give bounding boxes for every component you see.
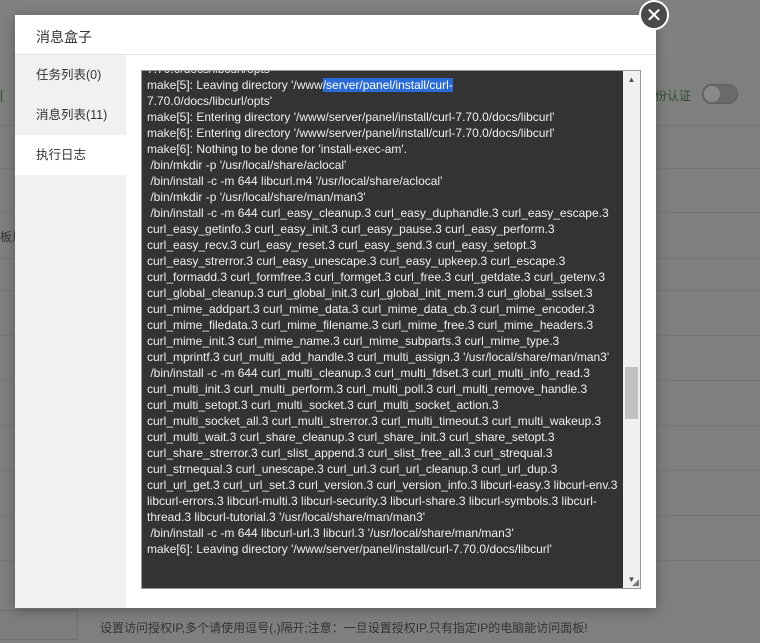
background-auth-toggle[interactable]	[702, 84, 738, 104]
modal-title: 消息盒子	[36, 29, 92, 45]
log-textarea[interactable]: 7.70.0/docs/libcurl/opts make[5]: Leavin…	[141, 70, 641, 589]
background-ip-input[interactable]	[0, 610, 78, 640]
log-text-before: 7.70.0/docs/libcurl/opts make[5]: Leavin…	[147, 71, 323, 92]
background-auth-label: 份认证	[655, 89, 692, 103]
modal-sidebar: 任务列表(0) 消息列表(11) 执行日志	[15, 55, 126, 608]
log-text: 7.70.0/docs/libcurl/opts make[5]: Leavin…	[147, 71, 623, 557]
scroll-up-arrow-icon[interactable]: ▲	[623, 71, 640, 88]
message-box-modal: 消息盒子 任务列表(0) 消息列表(11) 执行日志 7.70.0/docs/l…	[15, 15, 656, 608]
sidebar-item-message-list[interactable]: 消息列表(11)	[15, 95, 126, 135]
background-left-fragment: [	[0, 88, 4, 102]
log-selected-text: /server/panel/install/curl-	[322, 78, 453, 92]
close-button[interactable]: ✕	[639, 0, 669, 30]
background-ip-hint: 设置访问授权IP,多个请使用逗号(,)隔开;注意：一旦设置授权IP,只有指定IP…	[100, 621, 588, 635]
log-text-after: 7.70.0/docs/libcurl/opts' make[5]: Enter…	[147, 94, 618, 556]
log-scrollbar[interactable]: ▲ ▼	[623, 71, 640, 588]
resize-grip-icon[interactable]: ◢	[629, 577, 639, 587]
close-icon: ✕	[645, 3, 663, 27]
sidebar-item-execution-log[interactable]: 执行日志	[15, 135, 126, 175]
scroll-thumb[interactable]	[625, 367, 638, 419]
modal-header: 消息盒子	[15, 15, 656, 55]
modal-content: 7.70.0/docs/libcurl/opts make[5]: Leavin…	[126, 55, 656, 608]
sidebar-item-task-list[interactable]: 任务列表(0)	[15, 55, 126, 95]
